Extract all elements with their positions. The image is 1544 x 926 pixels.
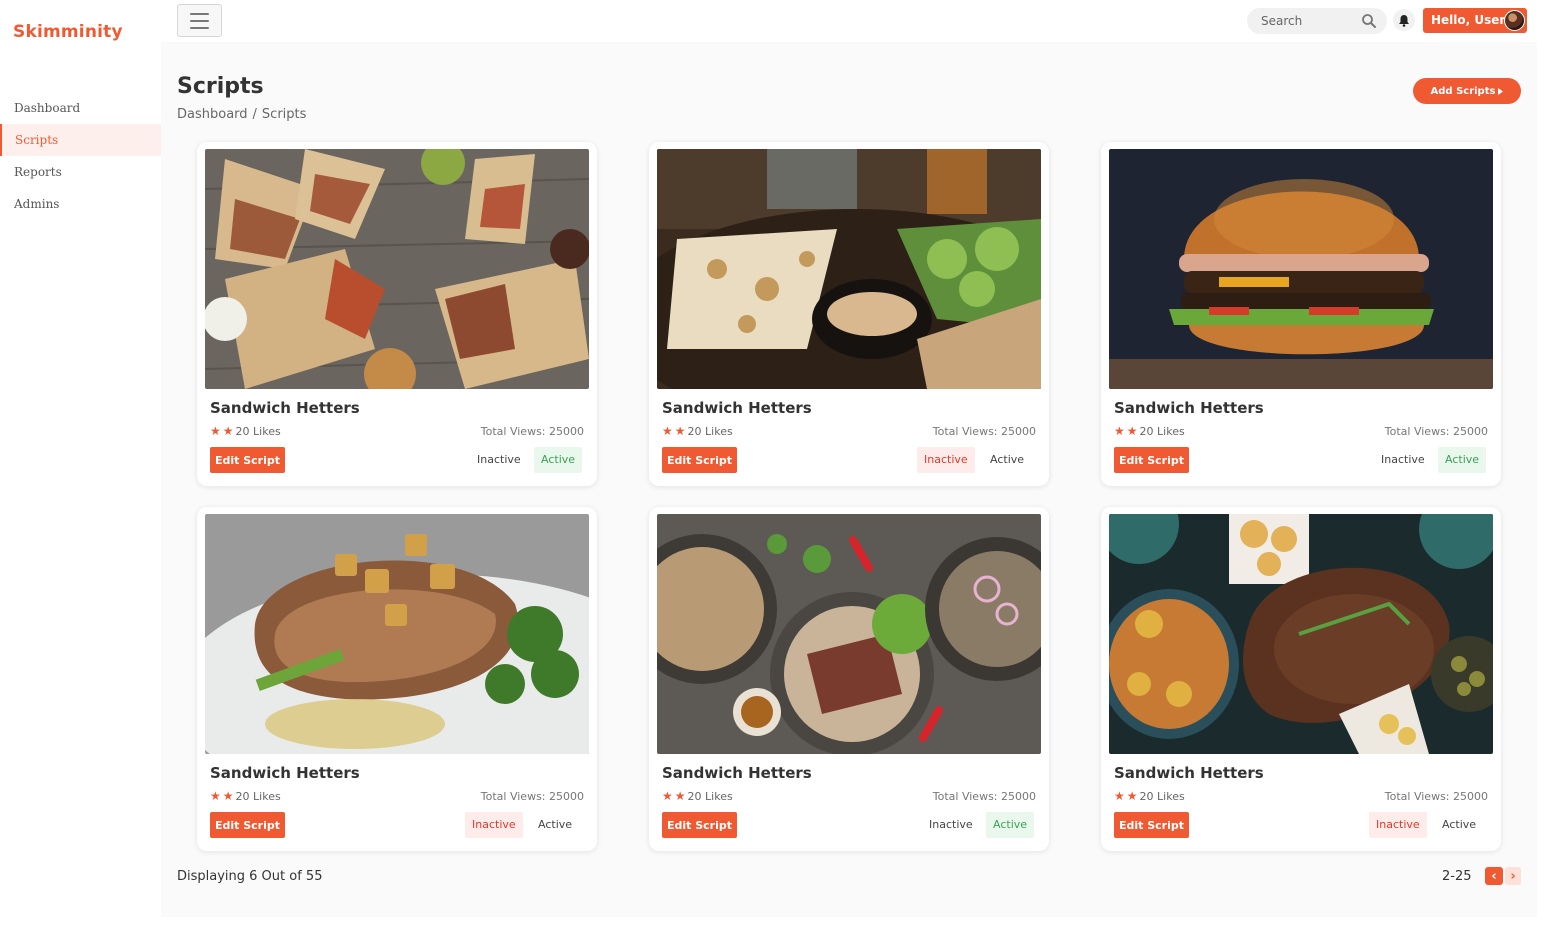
script-image <box>205 149 589 389</box>
sidebar-nav: Dashboard Scripts Reports Admins <box>0 92 161 220</box>
views-count: Total Views: 25000 <box>1384 790 1488 803</box>
script-rating: ★ ★ 20 Likes <box>662 789 733 803</box>
bell-icon[interactable] <box>1393 9 1415 31</box>
views-count: Total Views: 25000 <box>932 790 1036 803</box>
inactive-toggle[interactable]: Inactive <box>922 812 980 838</box>
chevron-right-icon[interactable]: › <box>1505 867 1521 885</box>
star-icon: ★ <box>1126 789 1138 803</box>
script-rating: ★ ★ 20 Likes <box>210 424 281 438</box>
edit-script-button[interactable]: Edit Script <box>210 812 285 838</box>
views-count: Total Views: 25000 <box>1384 425 1488 438</box>
main-content: Scripts Dashboard / Scripts Add Scripts <box>161 42 1537 917</box>
inactive-toggle[interactable]: Inactive <box>1374 447 1432 473</box>
star-icon: ★ <box>674 424 686 438</box>
script-card: Sandwich Hetters ★ ★ 20 Likes Total Views… <box>1101 142 1501 486</box>
script-title: Sandwich Hetters <box>210 399 360 417</box>
script-image <box>1109 514 1493 754</box>
likes-count: 20 Likes <box>1139 789 1185 803</box>
active-toggle[interactable]: Active <box>1438 447 1487 473</box>
breadcrumb-dashboard[interactable]: Dashboard <box>177 107 248 122</box>
edit-script-button[interactable]: Edit Script <box>210 447 285 473</box>
script-card: Sandwich Hetters ★ ★ 20 Likes Total Views… <box>649 142 1049 486</box>
hamburger-icon[interactable] <box>177 4 222 37</box>
caret-right-icon <box>1498 87 1504 95</box>
add-scripts-button[interactable]: Add Scripts <box>1413 78 1521 104</box>
script-title: Sandwich Hetters <box>662 764 812 782</box>
sidebar-item-scripts[interactable]: Scripts <box>0 124 161 156</box>
chevron-left-icon[interactable]: ‹ <box>1485 867 1503 885</box>
inactive-toggle[interactable]: Inactive <box>1369 812 1427 838</box>
active-toggle[interactable]: Active <box>1435 812 1483 838</box>
inactive-toggle[interactable]: Inactive <box>465 812 523 838</box>
likes-count: 20 Likes <box>687 789 733 803</box>
likes-count: 20 Likes <box>1139 424 1185 438</box>
breadcrumb-scripts: Scripts <box>261 107 307 122</box>
active-toggle[interactable]: Active <box>983 447 1031 473</box>
script-card: Sandwich Hetters ★ ★ 20 Likes Total Views… <box>197 142 597 486</box>
script-title: Sandwich Hetters <box>662 399 812 417</box>
topbar: Hello, User <box>161 0 1544 42</box>
sidebar-item-admins[interactable]: Admins <box>0 188 161 220</box>
star-icon: ★ <box>222 789 234 803</box>
likes-count: 20 Likes <box>687 424 733 438</box>
script-rating: ★ ★ 20 Likes <box>1114 789 1185 803</box>
add-scripts-label: Add Scripts <box>1430 85 1496 97</box>
breadcrumb: Dashboard / Scripts <box>177 107 306 122</box>
script-image <box>657 149 1041 389</box>
script-card: Sandwich Hetters ★ ★ 20 Likes Total Views… <box>1101 507 1501 851</box>
sidebar-item-reports[interactable]: Reports <box>0 156 161 188</box>
star-icon: ★ <box>210 424 221 438</box>
script-image <box>1109 149 1493 389</box>
star-icon: ★ <box>674 789 686 803</box>
edit-script-button[interactable]: Edit Script <box>1114 812 1189 838</box>
inactive-toggle[interactable]: Inactive <box>917 447 975 473</box>
sidebar-item-dashboard[interactable]: Dashboard <box>0 92 161 124</box>
likes-count: 20 Likes <box>235 789 281 803</box>
inactive-toggle[interactable]: Inactive <box>470 447 528 473</box>
star-icon: ★ <box>222 424 234 438</box>
edit-script-button[interactable]: Edit Script <box>662 447 737 473</box>
app-logo[interactable]: Skimminity <box>13 22 123 42</box>
views-count: Total Views: 25000 <box>932 425 1036 438</box>
script-card: Sandwich Hetters ★ ★ 20 Likes Total Views… <box>649 507 1049 851</box>
user-menu-button[interactable]: Hello, User <box>1423 8 1527 33</box>
page-title: Scripts <box>177 74 264 99</box>
avatar <box>1504 10 1525 31</box>
script-rating: ★ ★ 20 Likes <box>662 424 733 438</box>
star-icon: ★ <box>1126 424 1138 438</box>
breadcrumb-separator: / <box>252 107 257 122</box>
edit-script-button[interactable]: Edit Script <box>1114 447 1189 473</box>
script-rating: ★ ★ 20 Likes <box>210 789 281 803</box>
active-toggle[interactable]: Active <box>531 812 579 838</box>
pagination-range: 2-25 <box>1442 869 1472 884</box>
search-input[interactable] <box>1261 12 1359 30</box>
script-title: Sandwich Hetters <box>1114 764 1264 782</box>
star-icon: ★ <box>662 424 673 438</box>
likes-count: 20 Likes <box>235 424 281 438</box>
search-icon[interactable] <box>1361 13 1377 29</box>
views-count: Total Views: 25000 <box>480 425 584 438</box>
views-count: Total Views: 25000 <box>480 790 584 803</box>
edit-script-button[interactable]: Edit Script <box>662 812 737 838</box>
script-title: Sandwich Hetters <box>1114 399 1264 417</box>
script-title: Sandwich Hetters <box>210 764 360 782</box>
star-icon: ★ <box>210 789 221 803</box>
star-icon: ★ <box>1114 424 1125 438</box>
sidebar: Skimminity Dashboard Scripts Reports Adm… <box>0 0 161 926</box>
star-icon: ★ <box>1114 789 1125 803</box>
active-toggle[interactable]: Active <box>534 447 583 473</box>
active-toggle[interactable]: Active <box>986 812 1035 838</box>
script-rating: ★ ★ 20 Likes <box>1114 424 1185 438</box>
search-box <box>1247 8 1387 34</box>
script-image <box>657 514 1041 754</box>
star-icon: ★ <box>662 789 673 803</box>
pagination-summary: Displaying 6 Out of 55 <box>177 869 323 884</box>
script-image <box>205 514 589 754</box>
script-card: Sandwich Hetters ★ ★ 20 Likes Total Views… <box>197 507 597 851</box>
user-greeting: Hello, User <box>1431 13 1506 27</box>
